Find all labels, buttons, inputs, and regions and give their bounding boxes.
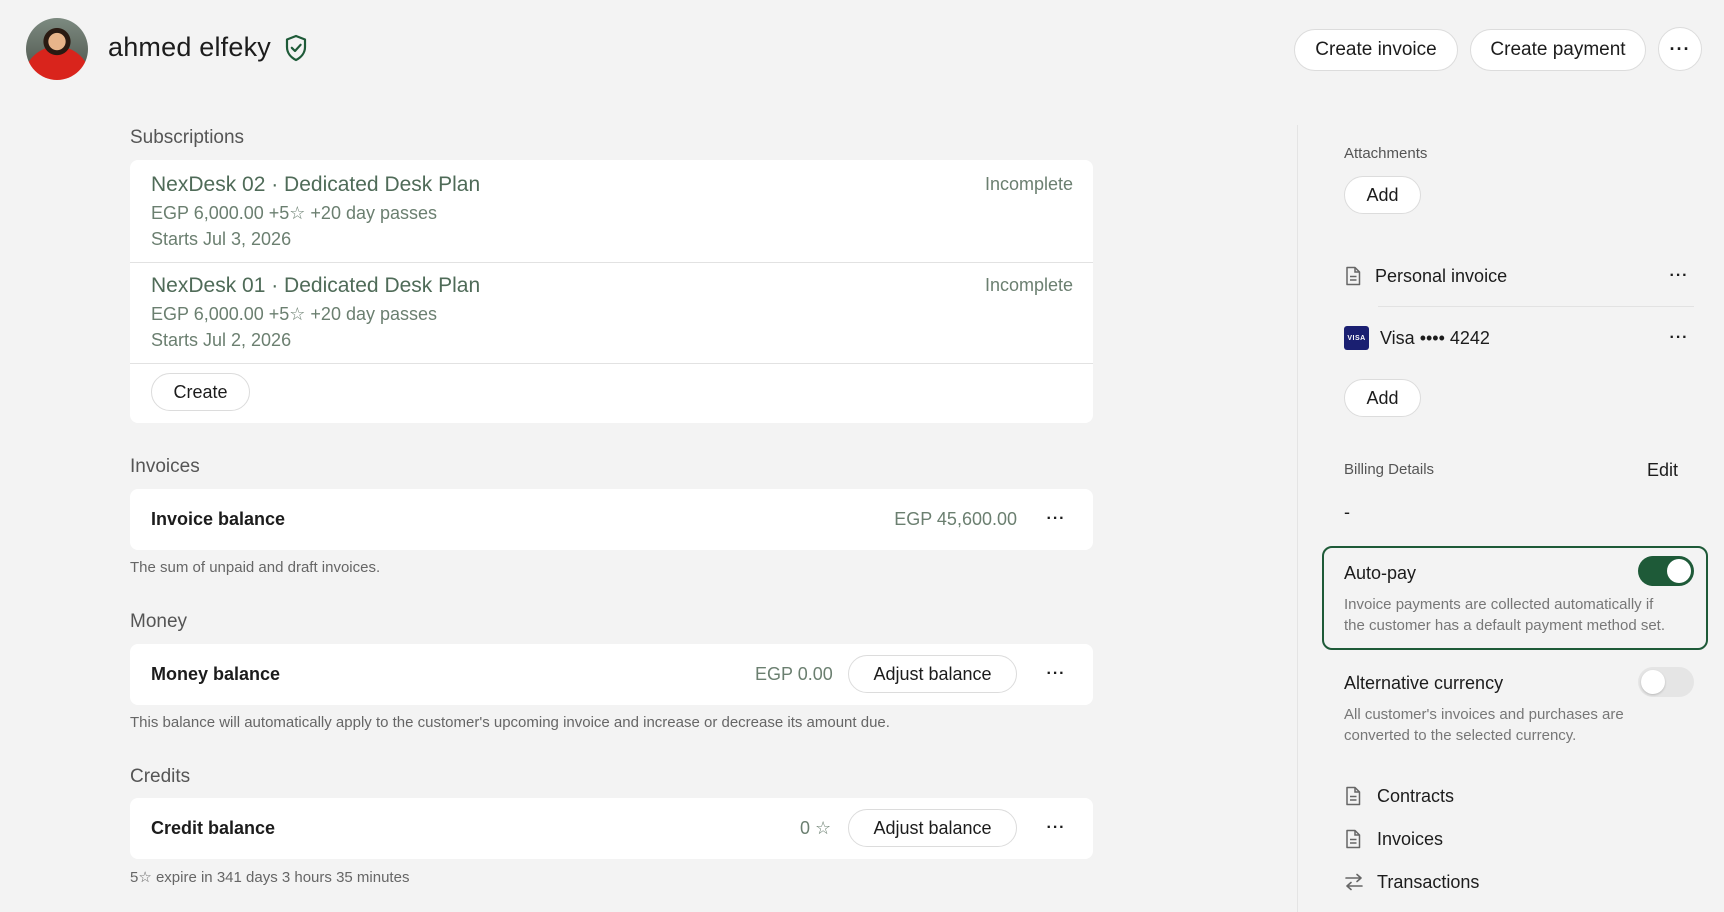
invoices-label: Invoices xyxy=(130,456,200,477)
alternative-currency-title: Alternative currency xyxy=(1344,673,1504,693)
toggle-knob xyxy=(1667,559,1691,583)
invoice-balance-value: EGP 45,600.00 xyxy=(894,509,1017,529)
subscription-price: EGP 6,000.00 +5☆ +20 day passes xyxy=(151,203,438,223)
customer-name: ahmed elfeky xyxy=(108,32,271,62)
subscription-title[interactable]: NexDesk 01 · Dedicated Desk Plan xyxy=(151,274,480,298)
payment-method-more-button[interactable]: ··· xyxy=(1664,323,1694,353)
subscription-start: Starts Jul 2, 2026 xyxy=(151,330,292,350)
sidebar-link-invoices[interactable]: Invoices xyxy=(1377,829,1443,850)
alternative-currency-description: converted to the selected currency. xyxy=(1344,727,1577,744)
create-invoice-button[interactable]: Create invoice xyxy=(1294,29,1458,71)
subscription-price: EGP 6,000.00 +5☆ +20 day passes xyxy=(151,304,438,324)
add-payment-method-button[interactable]: Add xyxy=(1344,379,1421,417)
credit-expiry-hint: 5☆ expire in 341 days 3 hours 35 minutes xyxy=(130,869,410,886)
credits-label: Credits xyxy=(130,766,191,787)
credit-balance-label: Credit balance xyxy=(151,818,276,838)
adjust-money-balance-button[interactable]: Adjust balance xyxy=(848,655,1017,693)
divider xyxy=(130,262,1093,263)
sidebar-divider xyxy=(1297,125,1298,912)
create-payment-button[interactable]: Create payment xyxy=(1470,29,1646,71)
contracts-icon xyxy=(1345,786,1361,806)
billing-details-value: - xyxy=(1344,502,1350,522)
invoice-balance-hint: The sum of unpaid and draft invoices. xyxy=(130,559,381,576)
sidebar-link-transactions[interactable]: Transactions xyxy=(1377,872,1479,893)
subscriptions-card: NexDesk 02 · Dedicated Desk Plan EGP 6,0… xyxy=(130,160,1093,423)
credit-balance-value: 0 ☆ xyxy=(800,818,832,838)
auto-pay-description: the customer has a default payment metho… xyxy=(1344,617,1666,634)
money-balance-more-button[interactable]: ··· xyxy=(1041,659,1071,689)
invoice-balance-card: Invoice balance EGP 45,600.00 ··· xyxy=(130,489,1093,550)
personal-invoice-more-button[interactable]: ··· xyxy=(1664,261,1694,291)
visa-card-icon: VISA xyxy=(1344,326,1369,350)
alternative-currency-toggle[interactable] xyxy=(1638,667,1694,697)
sidebar-link-contracts[interactable]: Contracts xyxy=(1377,786,1454,807)
avatar xyxy=(26,18,88,80)
auto-pay-description: Invoice payments are collected automatic… xyxy=(1344,596,1654,613)
credit-balance-card: Credit balance 0 ☆ Adjust balance ··· xyxy=(130,798,1093,859)
invoice-balance-label: Invoice balance xyxy=(151,509,286,529)
attachments-label: Attachments xyxy=(1344,145,1428,162)
verified-shield-icon xyxy=(284,34,308,62)
money-balance-label: Money balance xyxy=(151,664,281,684)
adjust-credit-balance-button[interactable]: Adjust balance xyxy=(848,809,1017,847)
money-balance-hint: This balance will automatically apply to… xyxy=(130,714,890,731)
personal-invoice-item[interactable]: Personal invoice xyxy=(1375,266,1507,287)
subscription-status: Incomplete xyxy=(984,174,1073,194)
money-balance-value: EGP 0.00 xyxy=(755,664,833,684)
document-icon xyxy=(1345,266,1361,286)
edit-billing-details-button[interactable]: Edit xyxy=(1647,460,1678,481)
create-subscription-button[interactable]: Create xyxy=(151,373,250,411)
credit-balance-more-button[interactable]: ··· xyxy=(1041,813,1071,843)
divider xyxy=(1378,306,1694,307)
alternative-currency-description: All customer's invoices and purchases ar… xyxy=(1344,706,1624,723)
payment-method-visa[interactable]: Visa •••• 4242 xyxy=(1380,328,1490,349)
divider xyxy=(130,363,1093,364)
transactions-arrows-icon xyxy=(1344,873,1364,891)
invoices-icon xyxy=(1345,829,1361,849)
more-actions-button[interactable]: ··· xyxy=(1658,27,1702,71)
subscription-title[interactable]: NexDesk 02 · Dedicated Desk Plan xyxy=(151,173,480,197)
money-label: Money xyxy=(130,611,188,632)
billing-details-label: Billing Details xyxy=(1344,461,1435,478)
subscription-status: Incomplete xyxy=(984,275,1073,295)
auto-pay-title: Auto-pay xyxy=(1344,563,1417,583)
subscriptions-label: Subscriptions xyxy=(130,127,245,148)
toggle-knob xyxy=(1641,670,1665,694)
add-attachment-button[interactable]: Add xyxy=(1344,176,1421,214)
auto-pay-toggle[interactable] xyxy=(1638,556,1694,586)
money-balance-card: Money balance EGP 0.00 Adjust balance ··… xyxy=(130,644,1093,705)
invoice-balance-more-button[interactable]: ··· xyxy=(1041,504,1071,534)
subscription-start: Starts Jul 3, 2026 xyxy=(151,229,292,249)
